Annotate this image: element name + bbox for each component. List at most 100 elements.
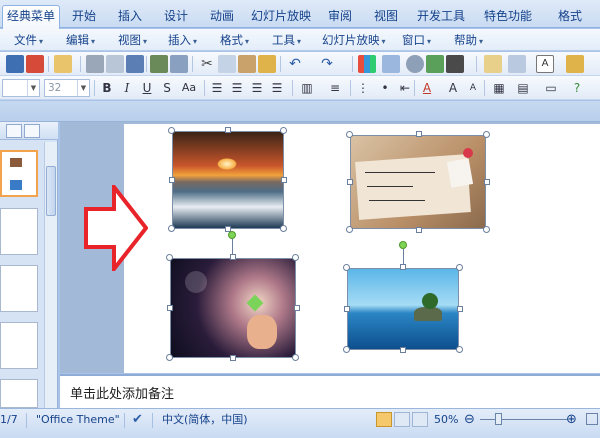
layout-icon[interactable] [508, 55, 526, 73]
color-grayscale-icon[interactable] [446, 55, 464, 73]
email-icon[interactable] [126, 55, 144, 73]
menu-tools[interactable]: 工具 ▾ [272, 32, 301, 48]
resize-handle[interactable] [168, 225, 175, 232]
resize-handle[interactable] [280, 127, 287, 134]
decrease-indent-icon[interactable]: ⇤ [396, 79, 414, 97]
permission-icon[interactable] [54, 55, 72, 73]
handwritten-note-image[interactable] [350, 135, 486, 229]
notes-pane[interactable]: 单击此处添加备注 [60, 374, 600, 408]
tab-animations[interactable]: 动画 [204, 6, 240, 28]
resize-handle[interactable] [294, 305, 300, 311]
italic-button[interactable]: I [118, 79, 136, 97]
zoom-level[interactable]: 50% [434, 412, 458, 428]
tab-insert[interactable]: 插入 [112, 6, 148, 28]
slideshow-view-icon[interactable] [412, 412, 428, 427]
resize-handle[interactable] [166, 254, 173, 261]
copy-icon[interactable] [218, 55, 236, 73]
bullets-icon[interactable]: • [376, 79, 394, 97]
font-size-combo[interactable]: 32 ▼ [44, 79, 90, 97]
numbering-icon[interactable]: ⋮ [354, 79, 372, 97]
resize-handle[interactable] [292, 254, 299, 261]
save-icon[interactable] [6, 55, 24, 73]
table-icon[interactable] [382, 55, 400, 73]
resize-handle[interactable] [169, 177, 175, 183]
columns-icon[interactable]: ▥ [298, 79, 316, 97]
resize-handle[interactable] [230, 254, 236, 260]
zoom-slider-track[interactable] [480, 419, 568, 420]
resize-handle[interactable] [292, 354, 299, 361]
new-slide-small-icon[interactable]: ▭ [542, 79, 560, 97]
resize-handle[interactable] [347, 179, 353, 185]
resize-handle[interactable] [168, 127, 175, 134]
tab-design[interactable]: 设计 [158, 6, 194, 28]
open-folder-icon[interactable] [566, 55, 584, 73]
menu-edit[interactable]: 编辑 ▾ [66, 32, 95, 48]
island-image[interactable] [347, 268, 459, 350]
resize-handle[interactable] [166, 354, 173, 361]
change-case-button[interactable]: Aa [178, 79, 200, 97]
menu-view[interactable]: 视图 ▾ [118, 32, 147, 48]
resize-handle[interactable] [280, 225, 287, 232]
slide-thumbnail[interactable] [0, 265, 38, 312]
resize-handle[interactable] [281, 177, 287, 183]
menu-help[interactable]: 帮助 ▾ [454, 32, 483, 48]
resize-handle[interactable] [343, 264, 350, 271]
resize-handle[interactable] [483, 131, 490, 138]
spell-check-icon[interactable]: ✔ [132, 412, 143, 428]
zoom-slider-thumb[interactable] [495, 413, 502, 425]
menu-file[interactable]: 文件 ▾ [14, 32, 43, 48]
spelling-icon[interactable] [150, 55, 168, 73]
resize-handle[interactable] [346, 131, 353, 138]
tab-view[interactable]: 视图 [368, 6, 404, 28]
zoom-in-icon[interactable]: ⊕ [566, 412, 577, 428]
resize-handle[interactable] [484, 179, 490, 185]
slides-tab[interactable] [24, 124, 40, 138]
font-color-icon[interactable]: A [418, 79, 436, 97]
fit-to-window-icon[interactable] [586, 413, 598, 425]
slides-scrollbar[interactable] [44, 142, 57, 408]
new-slide-icon[interactable] [484, 55, 502, 73]
resize-handle[interactable] [456, 264, 463, 271]
help-icon[interactable]: ? [568, 79, 586, 97]
slide-thumbnail[interactable] [0, 322, 38, 369]
slide-sorter-icon[interactable] [394, 412, 410, 427]
resize-handle[interactable] [346, 226, 353, 233]
slide-design-icon[interactable]: ▦ [490, 79, 508, 97]
resize-handle[interactable] [344, 306, 350, 312]
normal-view-icon[interactable] [376, 412, 392, 427]
underline-button[interactable]: U [138, 79, 156, 97]
cut-icon[interactable]: ✂ [198, 55, 216, 73]
tab-special-features[interactable]: 特色功能 [480, 6, 536, 28]
hyperlink-icon[interactable] [406, 55, 424, 73]
undo-icon[interactable]: ↶ [286, 55, 304, 73]
tab-format[interactable]: 格式 [552, 6, 588, 28]
align-right-icon[interactable]: ☰ [248, 79, 266, 97]
slide-layout-icon[interactable]: ▤ [514, 79, 532, 97]
zoom-out-icon[interactable]: ⊖ [464, 412, 475, 428]
menu-format[interactable]: 格式 ▾ [220, 32, 249, 48]
tab-classic-menu[interactable]: 经典菜单 [2, 5, 60, 29]
pdf-icon[interactable] [26, 55, 44, 73]
bold-button[interactable]: B [98, 79, 116, 97]
resize-handle[interactable] [343, 346, 350, 353]
resize-handle[interactable] [225, 127, 231, 133]
line-spacing-icon[interactable]: ≡ [326, 79, 344, 97]
picture-icon[interactable] [426, 55, 444, 73]
redo-icon[interactable]: ↷ [318, 55, 336, 73]
resize-handle[interactable] [167, 305, 173, 311]
resize-handle[interactable] [483, 226, 490, 233]
resize-handle[interactable] [400, 347, 406, 353]
font-name-combo[interactable]: ▼ [2, 79, 40, 97]
format-painter-icon[interactable] [258, 55, 276, 73]
resize-handle[interactable] [457, 306, 463, 312]
menu-window[interactable]: 窗口 ▾ [402, 32, 431, 48]
shadow-button[interactable]: S [158, 79, 176, 97]
text-box-icon[interactable]: A [536, 55, 554, 73]
slide-thumbnail[interactable] [0, 379, 38, 408]
chart-icon[interactable] [358, 55, 376, 73]
resize-handle[interactable] [416, 227, 422, 233]
scrollbar-thumb[interactable] [46, 166, 56, 216]
paste-icon[interactable] [238, 55, 256, 73]
menu-slideshow[interactable]: 幻灯片放映 ▾ [322, 32, 386, 48]
align-left-icon[interactable]: ☰ [208, 79, 226, 97]
